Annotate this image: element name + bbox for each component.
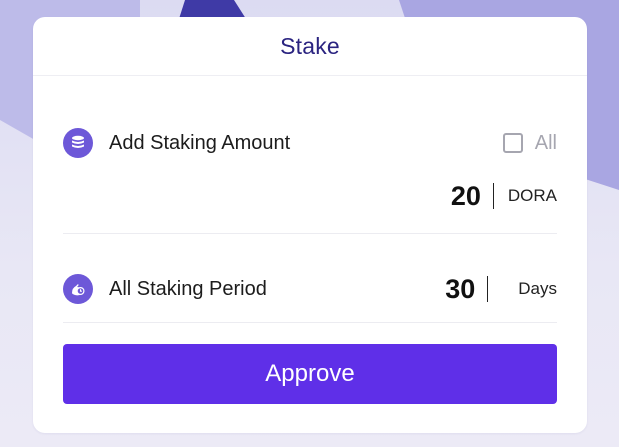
all-label: All: [534, 131, 557, 154]
staking-period-input[interactable]: [425, 273, 476, 305]
value-separator: [487, 276, 489, 302]
all-checkbox[interactable]: [502, 133, 523, 153]
divider: [63, 322, 557, 323]
period-unit: Days: [518, 279, 557, 298]
staking-amount-section: Add Staking Amount All DORA: [63, 127, 557, 212]
coins-stack-icon: [63, 128, 93, 158]
modal-title: Stake: [280, 32, 340, 59]
staking-period-label: All Staking Period: [109, 277, 267, 300]
staking-amount-label: Add Staking Amount: [109, 131, 291, 154]
modal-header: Stake: [33, 17, 587, 76]
approve-button[interactable]: Approve: [63, 344, 557, 404]
value-separator: [492, 183, 494, 209]
clock-hand-icon: [63, 274, 93, 304]
token-unit: DORA: [507, 186, 557, 205]
staking-period-section: All Staking Period Days: [63, 273, 557, 305]
all-toggle[interactable]: All: [502, 131, 557, 155]
divider: [63, 233, 557, 234]
stake-modal: Stake Add Staking Amount All DORA: [33, 17, 587, 433]
staking-amount-input[interactable]: [420, 180, 481, 212]
